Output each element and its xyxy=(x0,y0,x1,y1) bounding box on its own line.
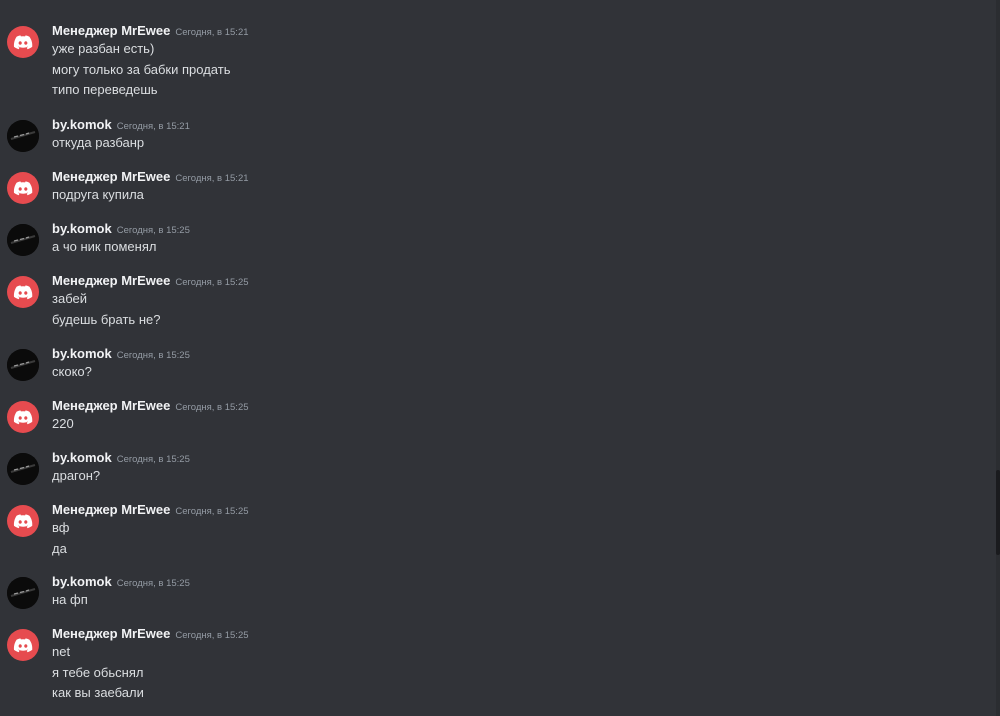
timestamp: Сегодня, в 15:21 xyxy=(175,173,249,184)
message-text: подруга купила xyxy=(52,187,144,202)
username[interactable]: by.komok xyxy=(52,450,112,465)
message-text: я тебе обьснял xyxy=(52,664,144,680)
message-body: драгон? xyxy=(52,466,100,487)
scrollbar-track[interactable] xyxy=(996,0,1000,716)
chat-message-list: Менеджер MrEwee Сегодня, в 15:21 уже разба… xyxy=(0,0,1000,716)
message-body: откуда разбанр xyxy=(52,133,144,154)
timestamp: Сегодня, в 15:25 xyxy=(116,454,190,465)
message-header: Менеджер MrEwee Сегодня, в 15:25 xyxy=(52,397,249,417)
username[interactable]: Менеджер MrEwee xyxy=(52,169,170,184)
message-body: скоко? xyxy=(52,362,92,383)
user-avatar-icon[interactable] xyxy=(7,453,39,485)
message-text: уже разбан есть) xyxy=(52,41,155,56)
message-text: да xyxy=(52,540,67,556)
scrollbar-thumb[interactable] xyxy=(996,470,1000,555)
discord-logo-avatar-icon[interactable] xyxy=(7,172,39,204)
message-body: net я тебе обьснял как вы заебали xyxy=(52,642,144,704)
timestamp: Сегодня, в 15:25 xyxy=(175,402,249,413)
discord-logo-avatar-icon[interactable] xyxy=(7,505,39,537)
username[interactable]: by.komok xyxy=(52,346,112,361)
discord-logo-avatar-icon[interactable] xyxy=(7,629,39,661)
message-text: забей xyxy=(52,291,87,306)
message-text: как вы заебали xyxy=(52,685,144,700)
timestamp: Сегодня, в 15:25 xyxy=(116,225,190,236)
message-body: а чо ник поменял xyxy=(52,237,156,258)
message-body: на фп xyxy=(52,590,88,611)
message-text: могу только за бабки продать xyxy=(52,61,231,77)
username[interactable]: Менеджер MrEwee xyxy=(52,23,170,38)
username[interactable]: by.komok xyxy=(52,221,112,236)
message-header: Менеджер MrEwee Сегодня, в 15:25 xyxy=(52,501,249,521)
message-body: вф да xyxy=(52,518,69,559)
user-avatar-icon[interactable] xyxy=(7,224,39,256)
message-text: net xyxy=(52,644,71,659)
message-text: драгон? xyxy=(52,468,101,483)
discord-logo-avatar-icon[interactable] xyxy=(7,401,39,433)
username[interactable]: by.komok xyxy=(52,117,112,132)
message-text: а чо ник поменял xyxy=(52,239,157,254)
user-avatar-icon[interactable] xyxy=(7,120,39,152)
timestamp: Сегодня, в 15:21 xyxy=(116,121,190,132)
username[interactable]: by.komok xyxy=(52,574,112,589)
username[interactable]: Менеджер MrEwee xyxy=(52,626,170,641)
message-text: на фп xyxy=(52,592,88,607)
user-avatar-icon[interactable] xyxy=(7,349,39,381)
username[interactable]: Менеджер MrEwee xyxy=(52,502,170,517)
user-avatar-icon[interactable] xyxy=(7,577,39,609)
username[interactable]: Менеджер MrEwee xyxy=(52,398,170,413)
discord-logo-avatar-icon[interactable] xyxy=(7,276,39,308)
message-text: 220 xyxy=(52,416,74,431)
timestamp: Сегодня, в 15:25 xyxy=(175,277,249,288)
message-text: типо переведешь xyxy=(52,82,158,97)
timestamp: Сегодня, в 15:25 xyxy=(116,350,190,361)
timestamp: Сегодня, в 15:25 xyxy=(116,578,190,589)
timestamp: Сегодня, в 15:21 xyxy=(175,27,249,38)
message-text: скоко? xyxy=(52,364,92,379)
message-body: 220 xyxy=(52,414,74,435)
message-body: уже разбан есть) могу только за бабки про… xyxy=(52,39,230,101)
discord-logo-avatar-icon[interactable] xyxy=(7,26,39,58)
timestamp: Сегодня, в 15:25 xyxy=(175,506,249,517)
username[interactable]: Менеджер MrEwee xyxy=(52,273,170,288)
message-text: будешь брать не? xyxy=(52,311,161,327)
timestamp: Сегодня, в 15:25 xyxy=(175,630,249,641)
message-body: подруга купила xyxy=(52,185,144,206)
message-text: откуда разбанр xyxy=(52,135,145,150)
message-body: забей будешь брать не? xyxy=(52,289,160,330)
message-text: вф xyxy=(52,520,70,535)
